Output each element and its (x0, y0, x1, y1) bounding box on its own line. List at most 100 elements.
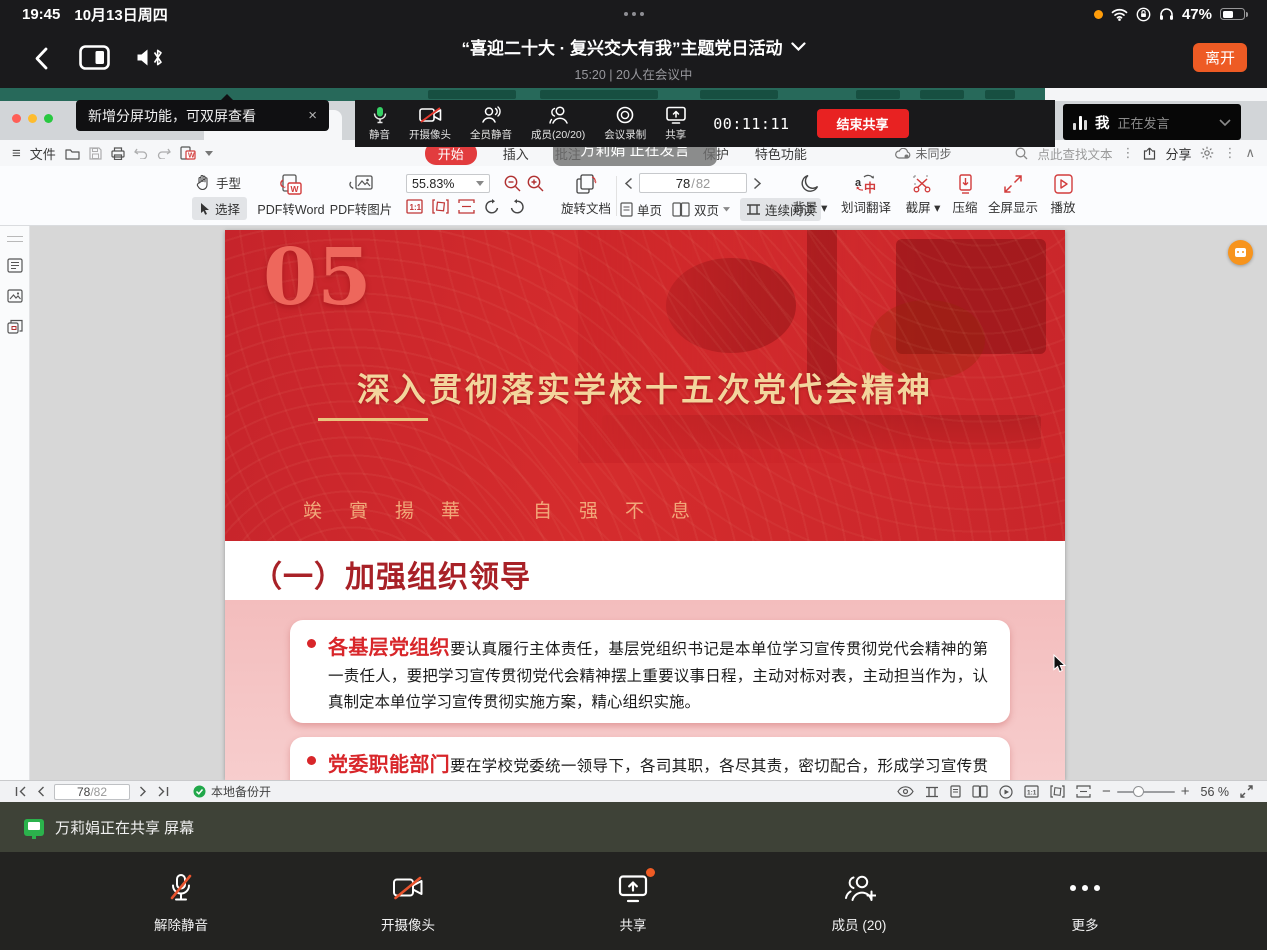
wps-assistant-button[interactable] (1228, 240, 1253, 265)
single-page-icon[interactable] (950, 785, 961, 798)
cloud-sync-icon[interactable]: 未同步 (895, 145, 951, 162)
file-menu[interactable]: 文件 (30, 144, 56, 163)
zoom-out-icon[interactable] (504, 175, 521, 192)
rotate-left-icon[interactable] (484, 199, 500, 214)
search-icon[interactable] (1015, 147, 1028, 160)
bullet-lead: 各基层党组织 (328, 637, 450, 659)
prev-page-icon[interactable] (36, 786, 45, 797)
svg-text:W: W (291, 184, 300, 194)
members-button-bottom[interactable]: 成员 (20) (799, 872, 919, 934)
hamburger-menu-icon[interactable]: ≡ (12, 145, 21, 162)
picture-in-picture-button[interactable] (78, 44, 110, 71)
more-button[interactable]: 更多 (1025, 872, 1145, 934)
rotate-document-button[interactable]: 旋转文档 (556, 174, 616, 217)
share-export-icon[interactable] (1143, 147, 1156, 160)
zoom-percent[interactable]: 56 % (1201, 785, 1230, 799)
status-page-input[interactable]: 78/82 (54, 784, 130, 800)
gear-icon[interactable] (1200, 146, 1214, 160)
camera-on-button[interactable]: 开摄像头 (409, 106, 451, 142)
share-doc-label[interactable]: 分享 (1165, 144, 1191, 163)
single-page-button[interactable]: 单页 (620, 200, 662, 219)
zoom-in-icon[interactable] (527, 175, 544, 192)
prev-page-icon[interactable] (624, 177, 633, 190)
save-icon[interactable] (89, 147, 102, 160)
caret-down-icon[interactable] (205, 151, 213, 156)
fit-page-icon[interactable] (1076, 785, 1091, 798)
fullscreen-button[interactable]: 全屏显示 (981, 174, 1045, 216)
first-page-icon[interactable] (14, 786, 27, 797)
back-button[interactable] (28, 44, 54, 72)
next-page-icon[interactable] (139, 786, 148, 797)
more-vertical-icon[interactable]: ⋮ (1121, 145, 1134, 161)
play-slideshow-icon[interactable] (999, 785, 1013, 799)
last-page-icon[interactable] (157, 786, 170, 797)
zoom-value-select[interactable]: 55.83% (406, 174, 490, 193)
continuous-mode-icon[interactable] (925, 786, 939, 798)
local-backup-status[interactable]: 本地备份开 (193, 783, 271, 800)
screenshot-button[interactable]: 截屏 ▾ (897, 174, 949, 216)
outline-panel-icon[interactable] (7, 258, 23, 273)
collapse-ribbon-icon[interactable]: ∧ (1245, 145, 1255, 161)
headphones-icon (1159, 7, 1174, 21)
slide-body-band: 各基层党组织要认真履行主体责任，基层党组织书记是本单位学习宣传贯彻党代会精神的第… (225, 600, 1065, 780)
open-folder-icon[interactable] (65, 147, 80, 160)
chevron-down-icon[interactable] (1219, 119, 1231, 126)
active-speaker-panel[interactable]: 我 正在发言 (1063, 104, 1241, 140)
play-button[interactable]: 播放 (1043, 174, 1083, 216)
zoom-slider-knob[interactable] (1133, 786, 1144, 797)
fit-width-icon[interactable] (432, 199, 449, 214)
svg-text:1:1: 1:1 (1027, 790, 1037, 797)
rotate-right-icon[interactable] (509, 199, 525, 214)
audio-route-button[interactable] (134, 44, 164, 71)
shared-screen-pdf-app: 稻壳 中共西南交通大...PP ≡ 文件 W 开始 插入 批注 保护 特色功能 … (0, 88, 1267, 802)
print-icon[interactable] (111, 147, 125, 160)
pdf-to-word-button[interactable]: W PDF转Word (252, 174, 330, 218)
compress-button[interactable]: 压缩 (945, 174, 985, 216)
page-number-input[interactable]: 78/82 (639, 173, 747, 193)
share-button-bottom[interactable]: 共享 (573, 872, 693, 934)
clock: 19:45 (22, 6, 60, 23)
end-share-button[interactable]: 结束共享 (817, 109, 909, 138)
fullscreen-icon[interactable] (1240, 785, 1253, 798)
actual-size-icon[interactable]: 1:1 (1024, 785, 1039, 798)
window-controls[interactable] (12, 114, 53, 123)
share-screen-button[interactable]: 共享 (665, 106, 686, 142)
slide-heading: （一）加强组织领导 (252, 552, 1065, 596)
eye-protect-icon[interactable] (897, 786, 914, 797)
tooltip-close-icon[interactable]: × (308, 107, 317, 124)
meeting-title-block[interactable]: “喜迎二十大 · 复兴交大有我”主题党日活动 15:20 | 20人在会议中 (461, 34, 805, 83)
double-page-icon[interactable] (972, 785, 988, 798)
translate-button[interactable]: a中 划词翻译 (833, 174, 899, 216)
select-tool-button[interactable]: 选择 (192, 197, 247, 220)
mute-button[interactable]: 静音 (369, 106, 390, 142)
zoom-slider[interactable]: − + (1102, 783, 1190, 800)
more-vertical-icon-2[interactable]: ⋮ (1223, 145, 1236, 161)
actual-size-icon[interactable]: 1:1 (406, 199, 423, 214)
unmute-button[interactable]: 解除静音 (121, 872, 241, 934)
fit-page-icon[interactable] (458, 199, 475, 214)
double-page-button[interactable]: 双页 (672, 200, 730, 219)
record-button[interactable]: 会议录制 (604, 106, 646, 142)
panel-drag-handle[interactable] (7, 236, 23, 242)
volume-bars-icon (1073, 115, 1087, 130)
undo-icon[interactable] (134, 147, 148, 159)
background-button[interactable]: 背景 ▾ (785, 174, 835, 216)
thumbnail-panel-icon[interactable] (7, 289, 23, 303)
hand-tool-button[interactable]: 手型 (196, 173, 241, 192)
zoom-in-plus[interactable]: + (1181, 783, 1190, 800)
leave-meeting-button[interactable]: 离开 (1193, 43, 1247, 72)
share-active-badge (646, 868, 655, 877)
next-page-icon[interactable] (753, 177, 762, 190)
export-word-icon[interactable]: W (180, 146, 196, 160)
mute-all-button[interactable]: 全员静音 (470, 106, 512, 142)
pages-panel-icon[interactable] (7, 319, 23, 334)
redo-icon[interactable] (157, 147, 171, 159)
chevron-down-icon (791, 42, 806, 51)
sharing-banner-text: 万莉娟正在共享 屏幕 (55, 817, 194, 838)
camera-on-button-bottom[interactable]: 开摄像头 (348, 872, 468, 934)
members-button[interactable]: 成员(20/20) (531, 106, 585, 142)
zoom-out-minus[interactable]: − (1102, 783, 1111, 800)
pdf-to-image-button[interactable]: PDF转图片 (322, 174, 400, 218)
fit-width-icon[interactable] (1050, 785, 1065, 798)
share-timer: 00:11:11 (713, 115, 789, 133)
